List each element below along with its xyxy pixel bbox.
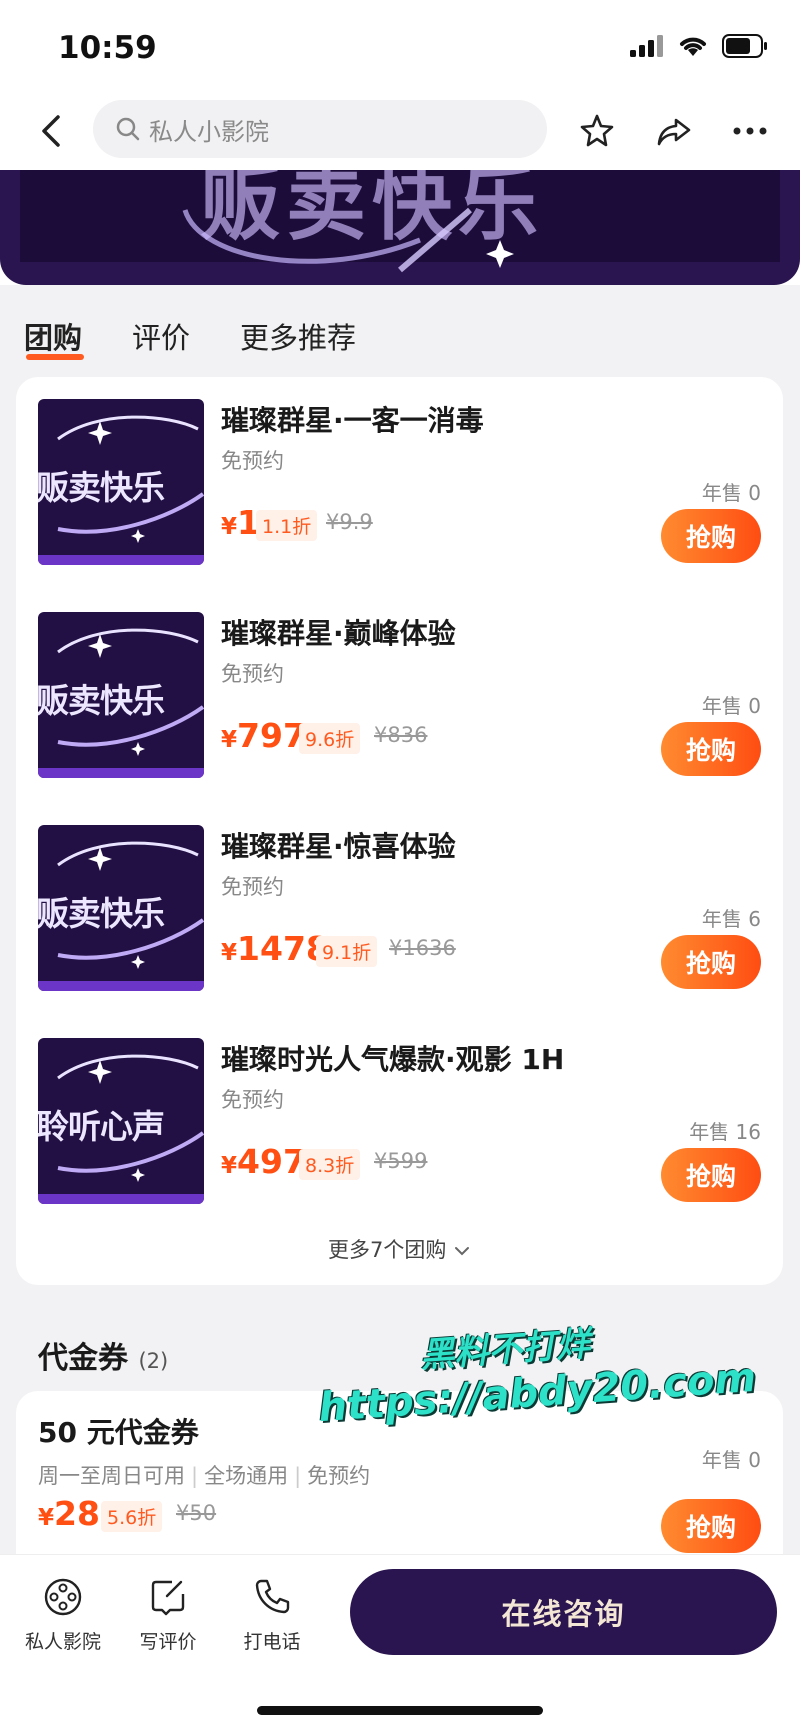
deal-thumbnail-text: 贩卖快乐 [38,894,165,933]
deal-annual-sales: 年售 6 [701,907,761,931]
voucher-buy-button[interactable]: 抢购 [661,1499,761,1553]
deal-thumbnail: 贩卖快乐 [38,825,204,991]
search-input[interactable]: 私人小影院 [93,100,547,158]
deal-original-price: ¥599 [374,1149,428,1173]
deal-item[interactable]: 贩卖快乐 璀璨群星·巅峰体验 免预约 ¥797 9.6折 ¥836 年售 0 抢… [16,590,783,803]
private-cinema-label: 私人影院 [24,1631,101,1653]
search-placeholder: 私人小影院 [149,117,269,146]
deal-item[interactable]: 贩卖快乐 璀璨群星·惊喜体验 免预约 ¥1478 9.1折 ¥1636 年售 6… [16,803,783,1016]
sparkle-decoration-icon [182,207,514,273]
deal-annual-sales: 年售 0 [701,481,761,505]
voucher-section-heading: 代金券 (2) [38,1341,169,1376]
active-tab-indicator [26,354,84,360]
share-button[interactable] [652,109,696,153]
deal-item[interactable]: 贩卖快乐 璀璨群星·一客一消毒 免预约 ¥1 1.1折 ¥9.9 年售 0 抢购 [16,377,783,590]
deal-annual-sales: 年售 0 [701,694,761,718]
back-button[interactable] [30,109,74,153]
buy-button[interactable]: 抢购 [661,1148,761,1202]
deal-thumbnail: 聆听心声 [38,1038,204,1204]
deal-booking-note: 免预约 [221,1088,284,1112]
tab-bar: 团购 评价 更多推荐 [0,285,800,377]
deal-discount-badge: 1.1折 [256,510,318,541]
voucher-title: 50 元代金券 [38,1416,199,1449]
voucher-price: ¥28 [38,1494,100,1533]
voucher-annual-sales: 年售 0 [701,1448,761,1472]
deal-title: 璀璨时光人气爆款·观影 1H [221,1043,565,1076]
tab-group-buy[interactable]: 团购 [24,315,82,357]
phone-icon [255,1579,290,1614]
deal-thumbnail: 贩卖快乐 [38,399,204,565]
deal-thumbnail-text: 贩卖快乐 [38,468,165,507]
deal-discount-badge: 9.6折 [299,723,361,754]
voucher-original-price: ¥50 [176,1501,217,1525]
more-deals-link[interactable]: 更多7个团购 [16,1234,783,1264]
deal-booking-note: 免预约 [221,875,284,899]
chevron-left-icon [42,115,60,147]
status-bar: 10:59 [0,0,800,95]
voucher-discount-badge: 5.6折 [101,1501,163,1532]
deal-price: ¥1 [221,503,260,542]
star-icon [580,114,614,147]
call-button[interactable]: 打电话 [222,1577,322,1654]
deal-original-price: ¥1636 [389,936,456,960]
deal-discount-badge: 8.3折 [299,1149,361,1180]
cellular-signal-icon [630,35,664,61]
deal-booking-note: 免预约 [221,449,284,473]
buy-button[interactable]: 抢购 [661,935,761,989]
more-deals-label: 更多7个团购 [327,1238,447,1262]
deal-thumbnail: 贩卖快乐 [38,612,204,778]
write-review-label: 写评价 [139,1631,197,1653]
deal-title: 璀璨群星·巅峰体验 [221,617,456,650]
deal-price: ¥1478 [221,929,329,968]
chevron-down-icon [455,1247,470,1256]
deal-item[interactable]: 聆听心声 璀璨时光人气爆款·观影 1H 免预约 ¥497 8.3折 ¥599 年… [16,1016,783,1229]
wifi-icon [678,35,708,61]
buy-button[interactable]: 抢购 [661,509,761,563]
deal-original-price: ¥836 [374,723,428,747]
home-indicator [257,1706,543,1715]
tab-more-recommend[interactable]: 更多推荐 [240,315,356,357]
private-cinema-button[interactable]: 私人影院 [13,1577,113,1654]
deal-annual-sales: 年售 16 [689,1120,761,1144]
voucher-count: (2) [138,1349,169,1373]
online-consult-button[interactable]: 在线咨询 [350,1569,777,1655]
tab-reviews[interactable]: 评价 [132,315,190,357]
deal-booking-note: 免预约 [221,662,284,686]
deal-title: 璀璨群星·一客一消毒 [221,404,484,437]
call-label: 打电话 [243,1631,301,1653]
nav-bar: 私人小影院 [0,95,800,170]
deals-card: 贩卖快乐 璀璨群星·一客一消毒 免预约 ¥1 1.1折 ¥9.9 年售 0 抢购… [16,377,783,1285]
favorite-button[interactable] [575,109,619,153]
deal-price: ¥797 [221,716,306,755]
more-button[interactable] [728,109,772,153]
deal-price: ¥497 [221,1142,306,1181]
share-icon [657,118,691,146]
deal-title: 璀璨群星·惊喜体验 [221,830,456,863]
battery-icon [722,34,768,62]
buy-button[interactable]: 抢购 [661,722,761,776]
deal-original-price: ¥9.9 [326,510,373,534]
deal-thumbnail-text: 贩卖快乐 [38,681,165,720]
write-review-icon [151,1580,185,1616]
hero-banner[interactable]: 贩卖快乐 [0,170,800,285]
deal-thumbnail-text: 聆听心声 [38,1107,165,1146]
search-icon [116,117,140,141]
deal-discount-badge: 9.1折 [316,936,378,967]
more-dots-icon [733,127,767,135]
film-reel-icon [44,1578,82,1616]
write-review-button[interactable]: 写评价 [118,1577,218,1654]
voucher-tags: 周一至周日可用 | 全场通用 | 免预约 [38,1464,371,1488]
status-time: 10:59 [58,30,157,66]
